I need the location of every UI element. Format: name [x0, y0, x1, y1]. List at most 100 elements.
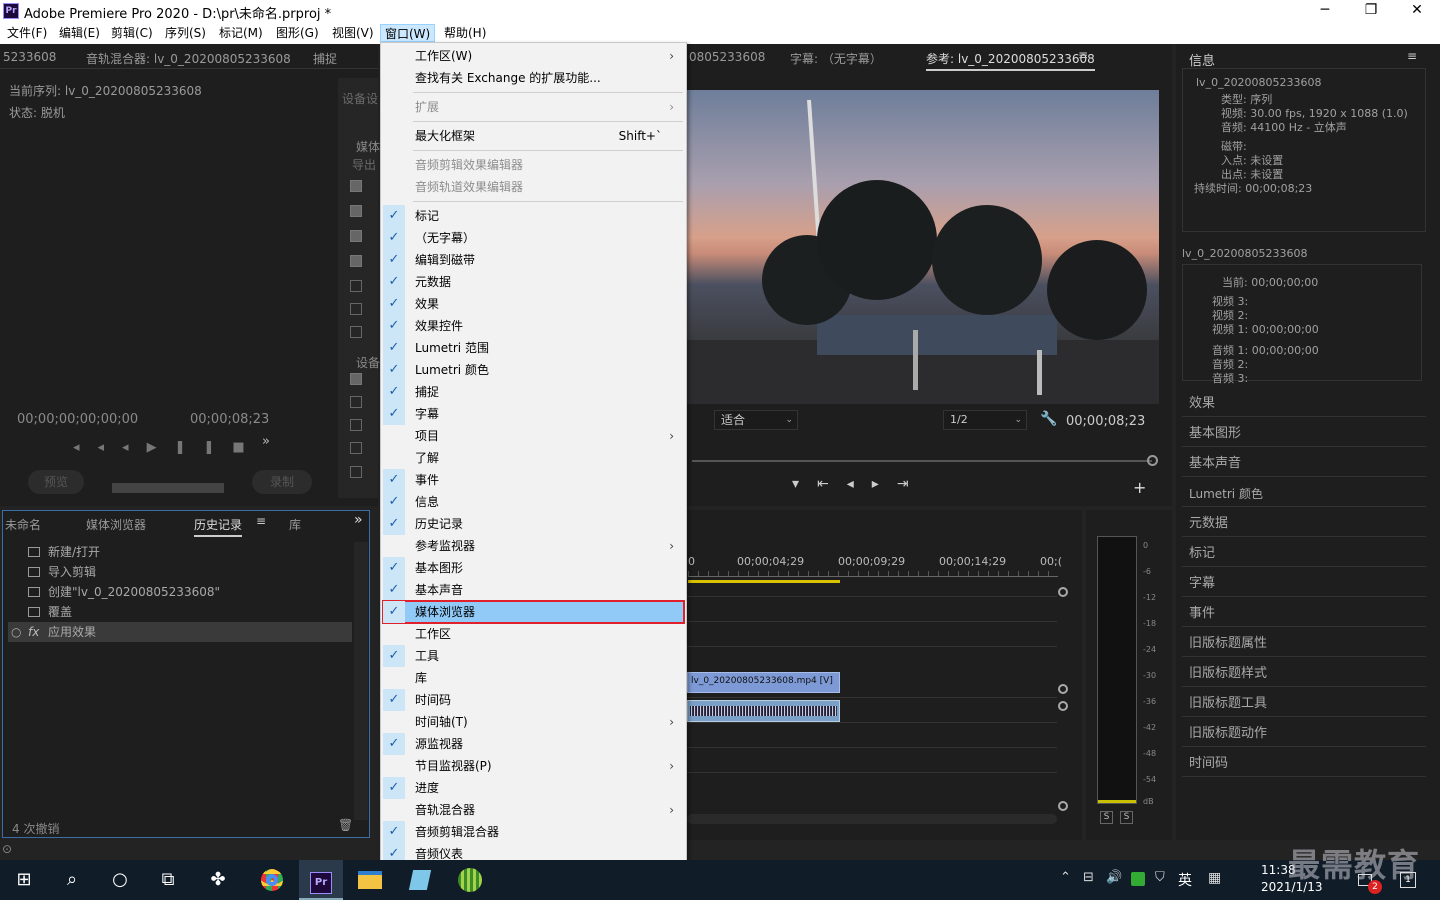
- menu-help[interactable]: 帮助(H): [440, 24, 490, 42]
- maximize-button[interactable]: ❐: [1348, 0, 1394, 22]
- melon-app-icon[interactable]: [448, 860, 492, 900]
- panel-link-events[interactable]: 事件: [1182, 601, 1426, 627]
- video-clip[interactable]: lv_0_20200805233608.mp4 [V]: [687, 672, 840, 693]
- chrome-icon[interactable]: [250, 860, 294, 900]
- menu-item-25[interactable]: 工作区: [383, 623, 684, 645]
- menu-graphics[interactable]: 图形(G): [272, 24, 323, 42]
- tab-audio-mixer[interactable]: 音轨混合器: lv_0_20200805233608: [86, 50, 291, 67]
- menu-item-30[interactable]: ✓ 源监视器: [383, 733, 684, 755]
- cortana-icon[interactable]: ○: [98, 860, 142, 900]
- checkbox-4[interactable]: [350, 255, 362, 267]
- menu-item-20[interactable]: ✓ 历史记录: [383, 513, 684, 535]
- windows-start-icon[interactable]: ⊞: [2, 860, 46, 900]
- tab-history[interactable]: 历史记录: [194, 516, 243, 537]
- zoom-handle[interactable]: [1058, 801, 1068, 811]
- checkbox-1[interactable]: [350, 180, 362, 192]
- jog-slider[interactable]: [112, 483, 224, 493]
- menu-item-1[interactable]: 查找有关 Exchange 的扩展功能...: [383, 67, 684, 89]
- menu-view[interactable]: 视图(V): [328, 24, 378, 42]
- notebook-app-icon[interactable]: [398, 860, 442, 900]
- transport-controls[interactable]: ◂◂◂▶❚❚■: [73, 440, 263, 455]
- panel-link-legacy-title-properties[interactable]: 旧版标题属性: [1182, 631, 1426, 657]
- search-icon[interactable]: ⌕: [50, 860, 94, 900]
- history-item[interactable]: 创建"lv_0_20200805233608": [8, 582, 352, 602]
- panel-link-effects[interactable]: 效果: [1182, 391, 1426, 417]
- menu-item-3[interactable]: 最大化框架 Shift+`: [383, 125, 684, 147]
- menu-item-9[interactable]: ✓ 元数据: [383, 271, 684, 293]
- tab-captions[interactable]: 字幕: （无字幕）: [790, 50, 882, 67]
- add-button-icon[interactable]: +: [1133, 478, 1146, 497]
- history-scrollbar[interactable]: [354, 542, 368, 820]
- menu-item-11[interactable]: ✓ 效果控件: [383, 315, 684, 337]
- minimize-button[interactable]: ─: [1302, 0, 1348, 22]
- checkbox-5[interactable]: [350, 280, 362, 292]
- panel-link-lumetri-color[interactable]: Lumetri 颜色: [1182, 481, 1426, 507]
- menu-item-22[interactable]: ✓ 基本图形: [383, 557, 684, 579]
- checkbox-7[interactable]: [350, 326, 362, 338]
- tab-reference[interactable]: 参考: lv_0_20200805233608: [926, 50, 1095, 71]
- panel-link-markers[interactable]: 标记: [1182, 541, 1426, 567]
- pinwheel-app-icon[interactable]: ✤: [196, 860, 240, 900]
- menu-file[interactable]: 文件(F): [3, 24, 51, 42]
- more-controls-icon[interactable]: »: [262, 434, 270, 449]
- timeline-scrollbar[interactable]: [687, 814, 1057, 824]
- panel-link-legacy-title-styles[interactable]: 旧版标题样式: [1182, 661, 1426, 687]
- tab-partial[interactable]: 5233608: [3, 50, 56, 64]
- tab-library[interactable]: 库: [289, 516, 301, 533]
- menu-item-29[interactable]: 时间轴(T) ›: [383, 711, 684, 733]
- menu-item-16[interactable]: 项目 ›: [383, 425, 684, 447]
- audio-clip[interactable]: [687, 700, 840, 722]
- menu-item-13[interactable]: ✓ Lumetri 颜色: [383, 359, 684, 381]
- panel-link-legacy-title-tools[interactable]: 旧版标题工具: [1182, 691, 1426, 717]
- solo-button-left[interactable]: S: [1100, 811, 1113, 824]
- menu-item-6[interactable]: ✓ 标记: [383, 205, 684, 227]
- task-view-icon[interactable]: ⧉: [146, 860, 190, 900]
- menu-item-14[interactable]: ✓ 捕捉: [383, 381, 684, 403]
- checkbox-12[interactable]: [350, 466, 362, 478]
- menu-item-28[interactable]: ✓ 时间码: [383, 689, 684, 711]
- wrench-icon[interactable]: 🔧: [1040, 411, 1057, 427]
- menu-item-32[interactable]: ✓ 进度: [383, 777, 684, 799]
- menu-item-8[interactable]: ✓ 编辑到磁带: [383, 249, 684, 271]
- program-scrubber[interactable]: [692, 460, 1152, 462]
- menu-item-21[interactable]: 参考监视器 ›: [383, 535, 684, 557]
- close-button[interactable]: ✕: [1394, 0, 1440, 22]
- menu-item-19[interactable]: ✓ 信息: [383, 491, 684, 513]
- premiere-taskbar-icon[interactable]: Pr: [299, 860, 343, 900]
- menu-item-31[interactable]: 节目监视器(P) ›: [383, 755, 684, 777]
- tab-media-browser[interactable]: 媒体浏览器: [86, 516, 146, 533]
- menu-item-10[interactable]: ✓ 效果: [383, 293, 684, 315]
- menu-item-7[interactable]: ✓ （无字幕）: [383, 227, 684, 249]
- menu-item-33[interactable]: 音轨混合器 ›: [383, 799, 684, 821]
- panel-link-timecode[interactable]: 时间码: [1182, 751, 1426, 777]
- ime-indicator[interactable]: 英: [1178, 870, 1192, 890]
- menu-item-18[interactable]: ✓ 事件: [383, 469, 684, 491]
- panel-link-essential-graphics[interactable]: 基本图形: [1182, 421, 1426, 447]
- tab-project[interactable]: 未命名: [5, 516, 41, 533]
- network-icon[interactable]: ⊟: [1083, 870, 1094, 885]
- tray-chevron-up-icon[interactable]: ⌃: [1060, 870, 1071, 885]
- keyboard-grid-icon[interactable]: ▦: [1208, 870, 1221, 886]
- menu-window[interactable]: 窗口(W): [380, 24, 436, 42]
- checkbox-11[interactable]: [350, 442, 362, 454]
- checkbox-8[interactable]: [350, 373, 362, 385]
- menu-item-15[interactable]: ✓ 字幕: [383, 403, 684, 425]
- checkbox-3[interactable]: [350, 230, 362, 242]
- checkbox-6[interactable]: [350, 303, 362, 315]
- menu-marker[interactable]: 标记(M): [215, 24, 267, 42]
- preview-button[interactable]: 预览: [28, 470, 84, 494]
- menu-edit[interactable]: 编辑(E): [55, 24, 104, 42]
- zoom-handle[interactable]: [1058, 701, 1068, 711]
- panel-link-legacy-title-actions[interactable]: 旧版标题动作: [1182, 721, 1426, 747]
- trash-icon[interactable]: 🗑: [338, 818, 353, 832]
- tab-capture[interactable]: 捕捉: [313, 50, 337, 67]
- history-item[interactable]: 新建/打开: [8, 542, 352, 562]
- menu-clip[interactable]: 剪辑(C): [107, 24, 157, 42]
- record-button[interactable]: 录制: [252, 470, 312, 494]
- shield-icon[interactable]: ⛉: [1155, 870, 1165, 885]
- solo-button-right[interactable]: S: [1120, 811, 1133, 824]
- panel-link-essential-sound[interactable]: 基本声音: [1182, 451, 1426, 477]
- zoom-handle[interactable]: [1058, 684, 1068, 694]
- program-transport-controls[interactable]: ▾⇤◂▸⇥: [792, 476, 927, 492]
- panel-link-captions[interactable]: 字幕: [1182, 571, 1426, 597]
